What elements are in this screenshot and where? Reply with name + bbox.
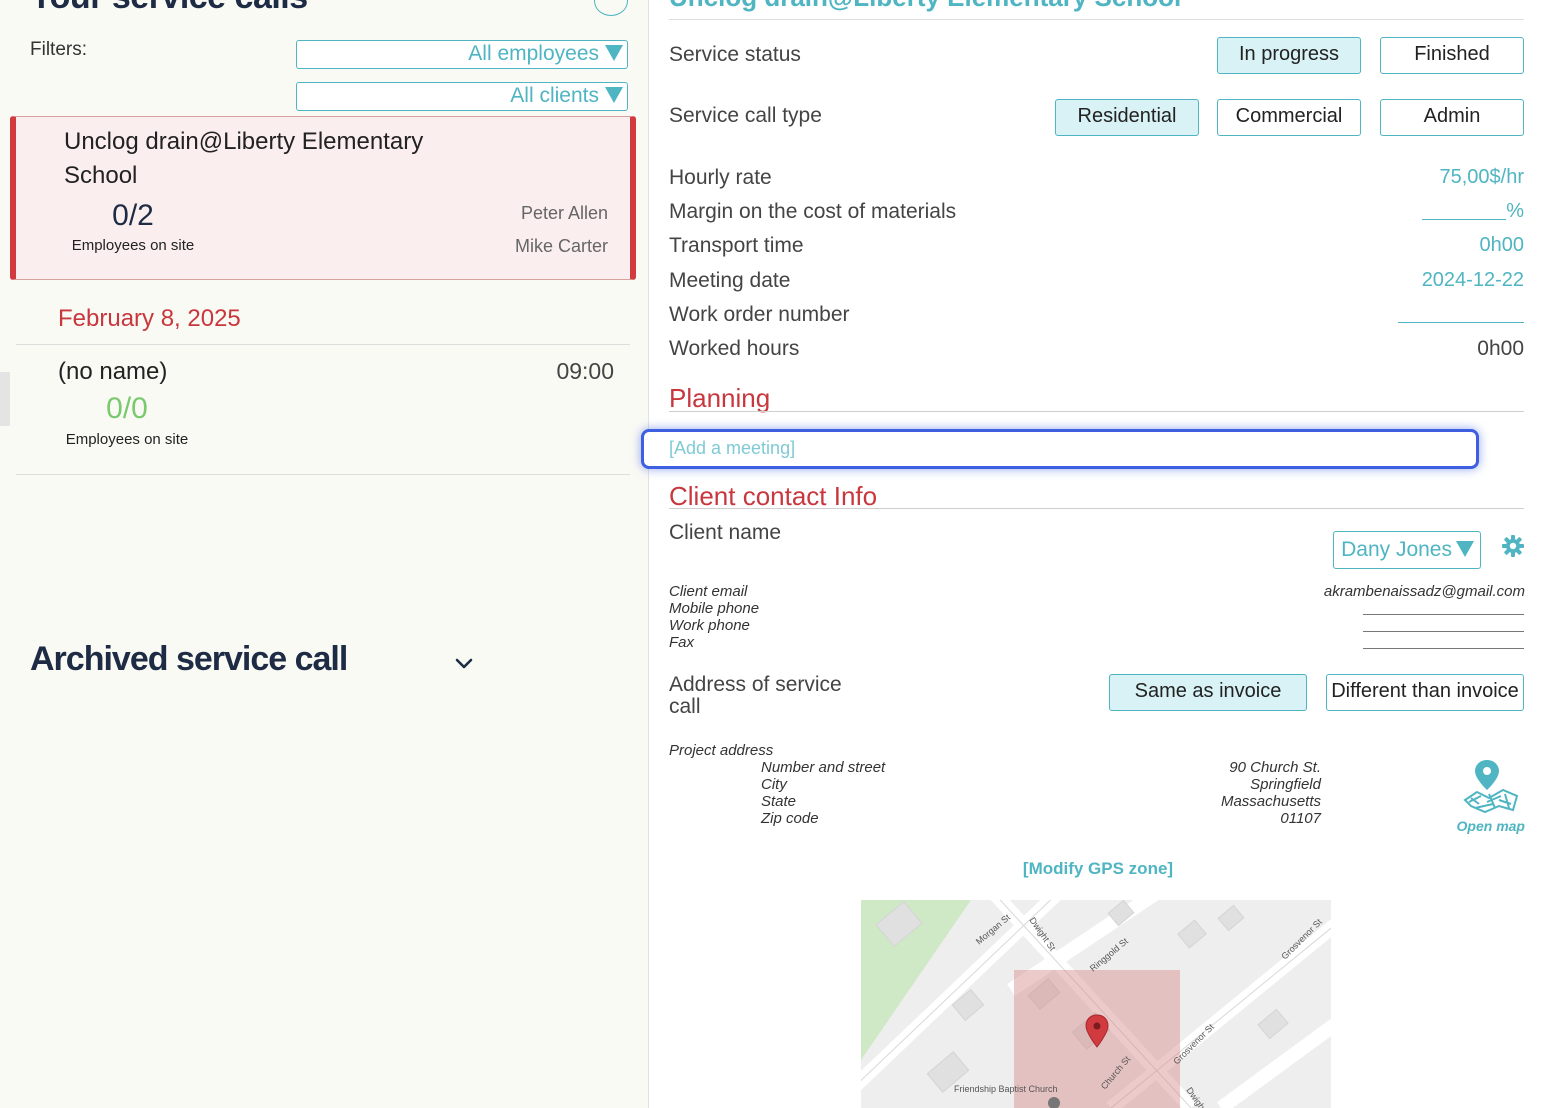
map-poi-label: Friendship Baptist Church bbox=[954, 1084, 1058, 1094]
service-status-label: Service status bbox=[669, 43, 801, 66]
zip-value: 01107 bbox=[1280, 810, 1321, 827]
type-admin-button[interactable]: Admin bbox=[1380, 99, 1524, 136]
transport-time-label: Transport time bbox=[669, 234, 804, 257]
service-calls-panel: Your service calls Filters: All employee… bbox=[0, 0, 649, 1108]
gear-icon[interactable] bbox=[1501, 534, 1525, 558]
service-call-card-active[interactable]: Unclog drain@Liberty Elementary School 0… bbox=[10, 116, 636, 280]
city-value: Springfield bbox=[1250, 776, 1321, 793]
hourly-rate-field[interactable]: 75,00$/hr bbox=[1224, 166, 1524, 189]
status-in-progress-button[interactable]: In progress bbox=[1217, 37, 1361, 74]
employee-filter-value: All employees bbox=[468, 42, 599, 65]
service-call-detail-panel: Unclog drain@Liberty Elementary School S… bbox=[641, 0, 1546, 1108]
filters-label: Filters: bbox=[30, 39, 87, 60]
fax-input[interactable] bbox=[1363, 648, 1524, 649]
mobile-phone-label: Mobile phone bbox=[669, 600, 760, 617]
client-name-label: Client name bbox=[669, 521, 782, 544]
open-map-link[interactable]: Open map bbox=[1430, 818, 1525, 834]
service-call-time: 09:00 bbox=[556, 358, 614, 384]
same-as-invoice-button[interactable]: Same as invoice bbox=[1109, 674, 1307, 711]
map-canvas: Morgan St Dwight St Ringgold St Grosveno… bbox=[861, 900, 1331, 1108]
zip-label: Zip code bbox=[761, 810, 819, 827]
caret-down-icon bbox=[605, 87, 623, 103]
work-order-input[interactable] bbox=[1398, 322, 1524, 323]
divider bbox=[669, 19, 1524, 20]
city-label: City bbox=[761, 776, 787, 793]
state-value: Massachusetts bbox=[1220, 793, 1321, 810]
service-type-label: Service call type bbox=[669, 104, 822, 127]
client-name-value: Dany Jones bbox=[1341, 538, 1452, 561]
different-than-invoice-button[interactable]: Different than invoice bbox=[1326, 674, 1524, 711]
mobile-phone-input[interactable] bbox=[1363, 614, 1524, 615]
work-phone-label: Work phone bbox=[669, 617, 750, 634]
app-root: Your service calls Filters: All employee… bbox=[0, 0, 1546, 1108]
client-email-label: Client email bbox=[669, 583, 748, 600]
employee-name: Mike Carter bbox=[514, 236, 608, 256]
street-value: 90 Church St. bbox=[1229, 759, 1321, 776]
panel-title: Your service calls bbox=[30, 0, 308, 17]
employee-filter-dropdown[interactable]: All employees bbox=[296, 40, 628, 69]
planning-section-title: Planning bbox=[669, 383, 771, 413]
street-label: Number and street bbox=[761, 759, 886, 776]
divider bbox=[669, 508, 1524, 509]
work-phone-input[interactable] bbox=[1363, 631, 1524, 632]
service-call-title[interactable]: (no name) bbox=[58, 358, 167, 386]
employee-count: 0/2 bbox=[112, 199, 154, 232]
work-order-label: Work order number bbox=[669, 303, 850, 326]
caret-down-icon bbox=[1456, 541, 1474, 557]
archived-section-title[interactable]: Archived service call bbox=[30, 640, 348, 679]
client-email-value[interactable]: akrambenaissadz@gmail.com bbox=[1224, 583, 1525, 600]
employee-count: 0/0 bbox=[106, 392, 148, 425]
client-filter-dropdown[interactable]: All clients bbox=[296, 82, 628, 111]
state-label: State bbox=[761, 793, 797, 810]
chevron-down-icon[interactable] bbox=[452, 652, 476, 676]
client-filter-value: All clients bbox=[510, 84, 599, 107]
worked-hours-value: 0h00 bbox=[1477, 337, 1524, 360]
worked-hours-label: Worked hours bbox=[669, 337, 800, 360]
meeting-date-field[interactable]: 2024-12-22 bbox=[1224, 269, 1524, 292]
meeting-date-label: Meeting date bbox=[669, 269, 791, 292]
hourly-rate-label: Hourly rate bbox=[669, 166, 772, 189]
address-label: Address of service call bbox=[669, 673, 842, 718]
client-name-dropdown[interactable]: Dany Jones bbox=[1333, 531, 1481, 569]
status-finished-button[interactable]: Finished bbox=[1380, 37, 1524, 74]
employee-name: Peter Allen bbox=[520, 203, 608, 223]
service-call-title: Unclog drain@Liberty Elementary School bbox=[64, 128, 424, 189]
project-address-label: Project address bbox=[669, 742, 774, 759]
divider bbox=[16, 344, 630, 345]
type-residential-button[interactable]: Residential bbox=[1055, 99, 1199, 136]
divider bbox=[669, 411, 1524, 412]
fax-label: Fax bbox=[669, 634, 695, 651]
gps-map[interactable]: Morgan St Dwight St Ringgold St Grosveno… bbox=[861, 900, 1331, 1108]
transport-time-field[interactable]: 0h00 bbox=[1224, 234, 1525, 257]
divider bbox=[16, 474, 630, 475]
add-meeting-label[interactable]: [Add a meeting] bbox=[669, 438, 795, 459]
map-pin-icon[interactable] bbox=[1459, 758, 1521, 814]
employees-on-site-label: Employees on site bbox=[65, 431, 189, 448]
margin-input[interactable] bbox=[1422, 219, 1506, 220]
employees-on-site-label: Employees on site bbox=[71, 237, 195, 254]
caret-down-icon bbox=[605, 45, 623, 61]
modify-gps-zone-link[interactable]: [Modify GPS zone] bbox=[950, 859, 1246, 879]
detail-title: Unclog drain@Liberty Elementary School bbox=[669, 0, 1181, 13]
margin-percent-suffix: % bbox=[1506, 200, 1524, 222]
collapse-handle[interactable] bbox=[0, 372, 10, 426]
add-service-call-button[interactable] bbox=[594, 0, 628, 16]
margin-label: Margin on the cost of materials bbox=[669, 200, 957, 223]
type-commercial-button[interactable]: Commercial bbox=[1217, 99, 1361, 136]
date-header: February 8, 2025 bbox=[58, 305, 241, 332]
